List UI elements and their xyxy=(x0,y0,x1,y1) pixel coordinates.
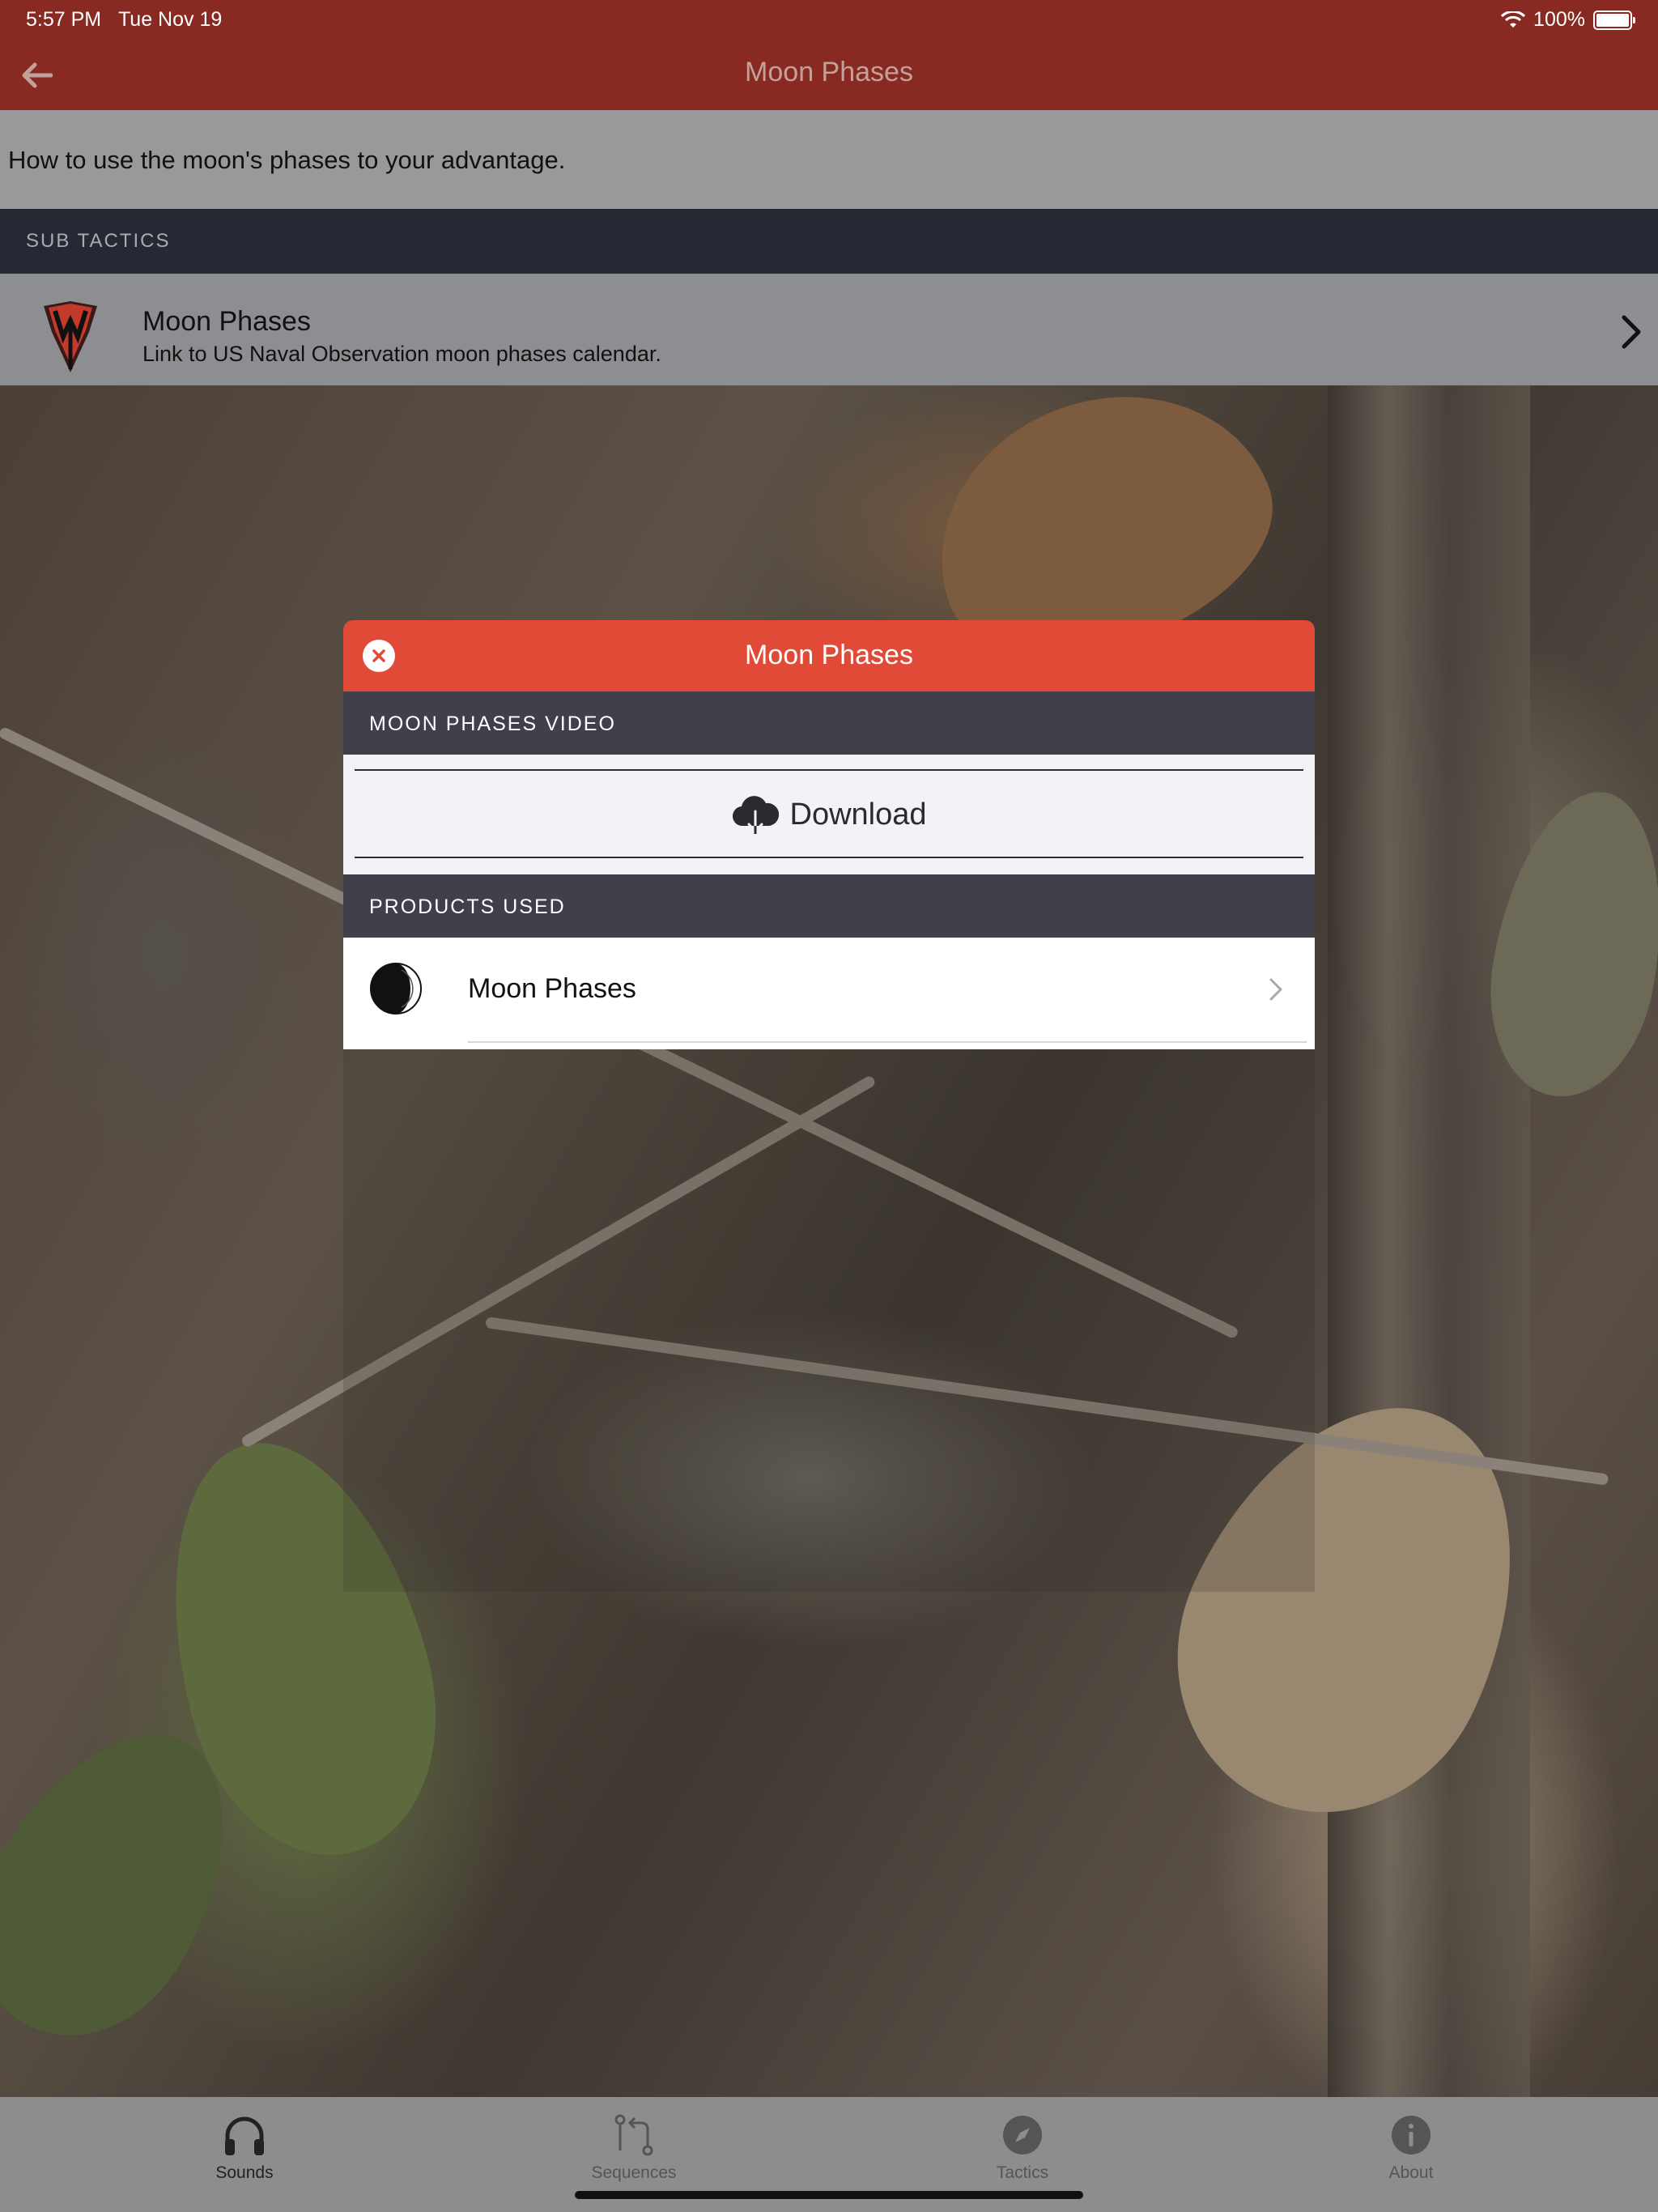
compass-icon xyxy=(1003,2116,1042,2155)
tab-sounds[interactable]: Sounds xyxy=(164,2112,325,2183)
chevron-right-icon xyxy=(1269,978,1282,1001)
info-icon xyxy=(1392,2116,1431,2155)
page-title: Moon Phases xyxy=(745,57,913,87)
download-label: Download xyxy=(789,797,927,832)
divider xyxy=(355,769,1303,771)
description-bar: How to use the moon's phases to your adv… xyxy=(0,110,1658,209)
products-section-header: PRODUCTS USED xyxy=(343,874,1315,938)
home-indicator xyxy=(575,2191,1083,2199)
chevron-right-icon xyxy=(1622,315,1641,349)
wifi-icon xyxy=(1501,11,1526,28)
divider xyxy=(355,857,1303,858)
headphones-icon xyxy=(225,2116,264,2155)
download-button[interactable]: Download xyxy=(343,793,1315,836)
moon-phases-modal: Moon Phases MOON PHASES VIDEO Download P… xyxy=(343,620,1315,1592)
tab-sequences[interactable]: Sequences xyxy=(553,2112,715,2183)
status-time: 5:57 PM Tue Nov 19 xyxy=(26,8,223,31)
download-area: Download xyxy=(343,755,1315,874)
tab-about[interactable]: About xyxy=(1330,2112,1492,2183)
battery-percent: 100% xyxy=(1533,8,1585,31)
battery-icon xyxy=(1593,10,1635,30)
modal-header: Moon Phases xyxy=(343,620,1315,691)
status-indicators: 100% xyxy=(1501,8,1635,32)
navigation-bar: 5:57 PM Tue Nov 19 100% Moon Phases xyxy=(0,0,1658,110)
modal-title: Moon Phases xyxy=(745,640,913,670)
brand-logo-icon xyxy=(44,301,97,372)
divider xyxy=(468,1041,1307,1043)
tab-tactics[interactable]: Tactics xyxy=(942,2112,1103,2183)
cloud-download-icon xyxy=(732,796,779,834)
sub-tactic-row[interactable]: Moon Phases Link to US Naval Observation… xyxy=(0,274,1658,385)
tree-bark xyxy=(1328,385,1530,2097)
sequence-icon xyxy=(614,2114,653,2156)
sub-tactic-title: Moon Phases xyxy=(142,306,311,337)
description-text: How to use the moon's phases to your adv… xyxy=(8,146,566,174)
moon-phase-icon xyxy=(370,963,422,1015)
product-label: Moon Phases xyxy=(468,973,636,1004)
sub-tactic-subtitle: Link to US Naval Observation moon phases… xyxy=(142,342,661,366)
sub-tactics-header: SUB TACTICS xyxy=(0,209,1658,274)
video-section-header: MOON PHASES VIDEO xyxy=(343,691,1315,755)
modal-empty-area xyxy=(343,1049,1315,1592)
product-row[interactable]: Moon Phases xyxy=(343,938,1315,1049)
